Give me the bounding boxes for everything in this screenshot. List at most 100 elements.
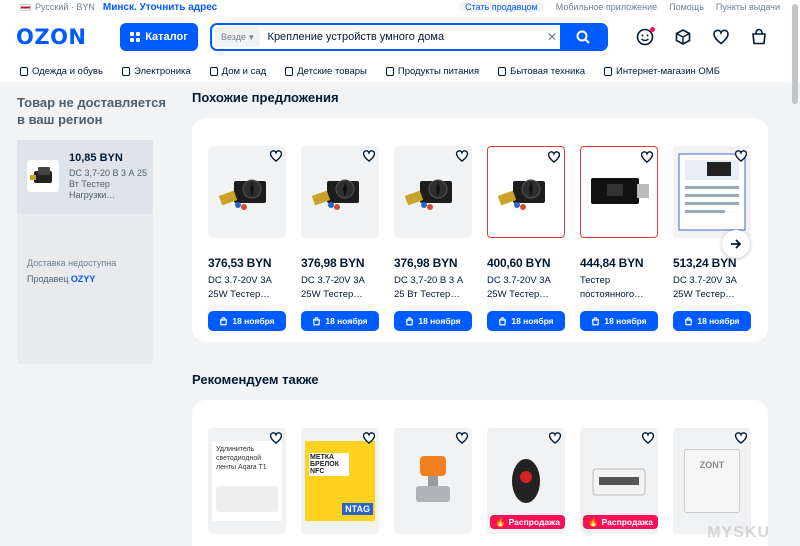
sale-badge: 🔥 Распродажа <box>583 515 658 529</box>
shirt-icon <box>20 66 28 76</box>
flag-icon <box>20 3 31 11</box>
link-mobile-app[interactable]: Мобильное приложение <box>556 2 657 12</box>
product-price: 10,85 BYN <box>69 152 123 164</box>
similar-product-card[interactable]: 376,98 BYN DC 3,7-20 В 3 А 25 Вт Тестер… 1… <box>394 146 472 331</box>
product-name[interactable]: DC 3.7-20V 3A 25W Тестер… <box>301 274 379 302</box>
recommended-product-card[interactable]: 🔥 Распродажа <box>580 428 658 534</box>
favorite-heart-icon[interactable] <box>455 149 469 163</box>
similar-product-card[interactable]: 444,84 BYN Тестер постоянного… 18 ноября <box>580 146 658 331</box>
orders-icon[interactable] <box>674 28 692 46</box>
add-to-cart-button[interactable]: 18 ноября <box>301 311 379 331</box>
similar-product-card[interactable]: 376,98 BYN DC 3.7-20V 3A 25W Тестер… 18 но… <box>301 146 379 331</box>
sale-badge: 🔥 Распродажа <box>490 515 565 529</box>
category-clothes[interactable]: Одежда и обувь <box>20 66 103 77</box>
recommended-product-card[interactable]: МЕТКА БРЕЛОК NFC NTAG <box>301 428 379 534</box>
link-become-seller[interactable]: Стать продавцом <box>459 2 544 12</box>
product-price: 513,24 BYN <box>673 256 737 270</box>
seller-info: Продавец OZYY <box>27 274 96 284</box>
favorite-heart-icon[interactable] <box>362 431 376 445</box>
favorite-heart-icon[interactable] <box>269 431 283 445</box>
product-image[interactable] <box>301 146 379 238</box>
search-icon <box>576 30 590 44</box>
similar-product-card[interactable]: 400,60 BYN DC 3.7-20V 3A 25W Тестер… 18 но… <box>487 146 565 331</box>
food-icon <box>385 66 394 76</box>
appliance-icon <box>498 66 507 76</box>
search-input[interactable]: Крепление устройств умного дома <box>260 31 544 43</box>
seller-link[interactable]: OZYY <box>71 274 96 284</box>
favorite-heart-icon[interactable] <box>641 431 655 445</box>
add-to-cart-button[interactable]: 18 ноября <box>208 311 286 331</box>
cart-icon <box>406 316 414 325</box>
product-name[interactable]: Тестер постоянного… <box>580 274 658 302</box>
category-food[interactable]: Продукты питания <box>385 66 479 77</box>
favorite-heart-icon[interactable] <box>269 149 283 163</box>
recommended-product-card[interactable]: 🔥 Распродажа <box>487 428 565 534</box>
header: OZON Каталог Везде ▾ Крепление устройств … <box>0 14 800 60</box>
cart-icon <box>499 316 507 325</box>
region-selector[interactable]: Минск. Уточнить адрес <box>103 2 217 13</box>
category-electronics[interactable]: Электроника <box>121 66 191 77</box>
product-image[interactable] <box>580 146 658 238</box>
product-image[interactable] <box>673 146 751 238</box>
recommended-product-card[interactable]: ZONT <box>673 428 751 534</box>
category-omb[interactable]: Интернет-магазин ОМБ <box>603 66 720 77</box>
product-name[interactable]: DC 3.7-20V 3A 25W Тестер… <box>208 274 286 302</box>
ozon-logo[interactable]: OZON <box>16 25 120 49</box>
product-name[interactable]: DC 3.7-20V 3A 25W Тестер… <box>673 274 751 302</box>
profile-icon[interactable] <box>636 27 655 46</box>
favorite-heart-icon[interactable] <box>547 150 561 164</box>
arrow-right-icon <box>731 239 742 249</box>
cart-icon[interactable] <box>750 28 768 46</box>
recommended-title: Рекомендуем также <box>192 372 319 387</box>
favorites-icon[interactable] <box>712 28 730 46</box>
add-to-cart-button[interactable]: 18 ноября <box>673 311 751 331</box>
product-price: 444,84 BYN <box>580 256 644 270</box>
add-to-cart-button[interactable]: 18 ноября <box>394 311 472 331</box>
product-image[interactable]: Удлинитель светодиодной ленты Aqara T1 <box>208 428 286 534</box>
favorite-heart-icon[interactable] <box>548 431 562 445</box>
language-selector[interactable]: Русский · BYN <box>35 2 95 12</box>
search-bar: Везде ▾ Крепление устройств умного дома ✕ <box>210 23 608 51</box>
link-help[interactable]: Помощь <box>669 2 704 12</box>
product-image[interactable] <box>487 146 565 238</box>
product-image[interactable]: МЕТКА БРЕЛОК NFC NTAG <box>301 428 379 534</box>
product-image[interactable]: 🔥 Распродажа <box>580 428 658 534</box>
similar-product-card[interactable]: 376,53 BYN DC 3.7-20V 3A 25W Тестер… 18 но… <box>208 146 286 331</box>
favorite-heart-icon[interactable] <box>734 149 748 163</box>
toy-icon <box>285 66 294 76</box>
next-arrow-button[interactable] <box>722 230 750 258</box>
watermark: MYSKU <box>707 524 770 541</box>
product-image[interactable] <box>394 428 472 534</box>
favorite-heart-icon[interactable] <box>455 431 469 445</box>
category-appliances[interactable]: Бытовая техника <box>498 66 585 77</box>
recommended-product-card[interactable]: Удлинитель светодиодной ленты Aqara T1 <box>208 428 286 534</box>
add-to-cart-button[interactable]: 18 ноября <box>580 311 658 331</box>
product-name[interactable]: DC 3.7-20V 3A 25W Тестер… <box>487 274 565 302</box>
product-image[interactable] <box>394 146 472 238</box>
clear-icon[interactable]: ✕ <box>544 30 560 44</box>
favorite-heart-icon[interactable] <box>734 431 748 445</box>
product-name[interactable]: DC 3,7-20 В 3 А 25 Вт Тестер… <box>394 274 472 302</box>
category-home-garden[interactable]: Дом и сад <box>209 66 266 77</box>
category-kids[interactable]: Детские товары <box>285 66 367 77</box>
product-price: 400,60 BYN <box>487 256 551 270</box>
product-image[interactable]: ZONT <box>673 428 751 534</box>
unavailable-product[interactable]: 10,85 BYN DC 3,7-20 В 3 А 25 Вт Тестер Н… <box>17 140 153 214</box>
page-scrollbar[interactable] <box>792 4 798 104</box>
catalog-label: Каталог <box>145 31 188 43</box>
similar-panel: 376,53 BYN DC 3.7-20V 3A 25W Тестер… 18 но… <box>192 118 768 342</box>
category-bar: Одежда и обувь Электроника Дом и сад Дет… <box>0 60 800 82</box>
link-pickup-points[interactable]: Пункты выдачи <box>716 2 780 12</box>
favorite-heart-icon[interactable] <box>640 150 654 164</box>
search-button[interactable] <box>560 25 606 49</box>
cart-icon <box>313 316 321 325</box>
top-bar: Русский · BYN Минск. Уточнить адрес Стат… <box>0 0 800 14</box>
favorite-heart-icon[interactable] <box>362 149 376 163</box>
product-image[interactable]: 🔥 Распродажа <box>487 428 565 534</box>
search-scope-select[interactable]: Везде ▾ <box>215 27 260 47</box>
catalog-button[interactable]: Каталог <box>120 23 198 51</box>
recommended-product-card[interactable] <box>394 428 472 534</box>
product-image[interactable] <box>208 146 286 238</box>
add-to-cart-button[interactable]: 18 ноября <box>487 311 565 331</box>
fire-icon: 🔥 <box>588 516 599 527</box>
